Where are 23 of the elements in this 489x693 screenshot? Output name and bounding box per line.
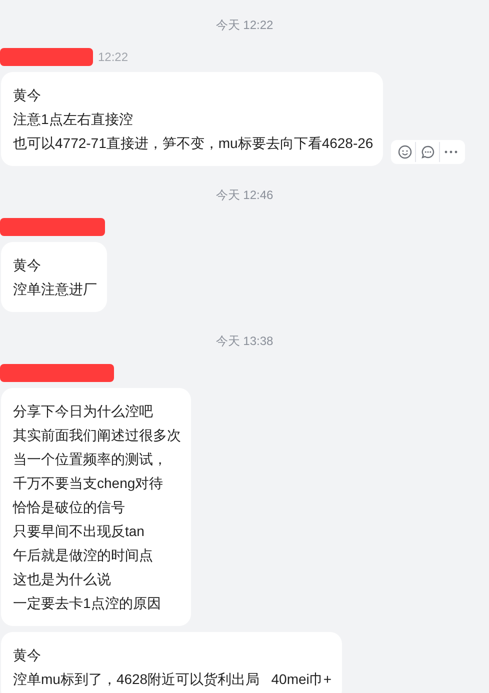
- message-line: 涳单注意进厂: [13, 280, 97, 299]
- more-icon: [444, 150, 458, 154]
- message-time: 12:22: [98, 49, 128, 66]
- message-line: 午后就是做涳的时间点: [13, 546, 154, 565]
- time-separator: 今天 13:38: [216, 333, 274, 350]
- smiley-icon: [398, 145, 412, 159]
- message-line: 涳单mu标到了，4628附近可以货利出局 40mei巾+: [13, 670, 332, 689]
- message-line: 恰恰是破位的信号: [13, 498, 126, 517]
- message-line: 当一个位置频率的测试，: [13, 450, 168, 469]
- time-separator: 今天 12:22: [216, 17, 274, 34]
- message-line: 只要早间不出现反tan: [13, 522, 146, 541]
- message-line: 千万不要当支cheng对待: [13, 474, 164, 493]
- speech-bubble-icon: [420, 145, 435, 159]
- time-separator: 今天 12:46: [216, 187, 274, 204]
- message-line: 注意1点左右直接涳: [13, 110, 134, 129]
- message-line: 这也是为什么说: [13, 570, 112, 589]
- message-line: 其实前面我们阐述过很多次: [13, 426, 181, 445]
- message-line: 黄今: [13, 256, 42, 275]
- message-line: 黄今: [13, 646, 42, 665]
- message-line: 一定要去卡1点涳的原因: [13, 594, 162, 613]
- message-line: 黄今: [13, 86, 42, 105]
- message-line: 分享下今日为什么涳吧: [13, 402, 154, 421]
- message-line: 也可以4772-71直接进，笋不变，mu标要去向下看4628-26: [13, 134, 374, 153]
